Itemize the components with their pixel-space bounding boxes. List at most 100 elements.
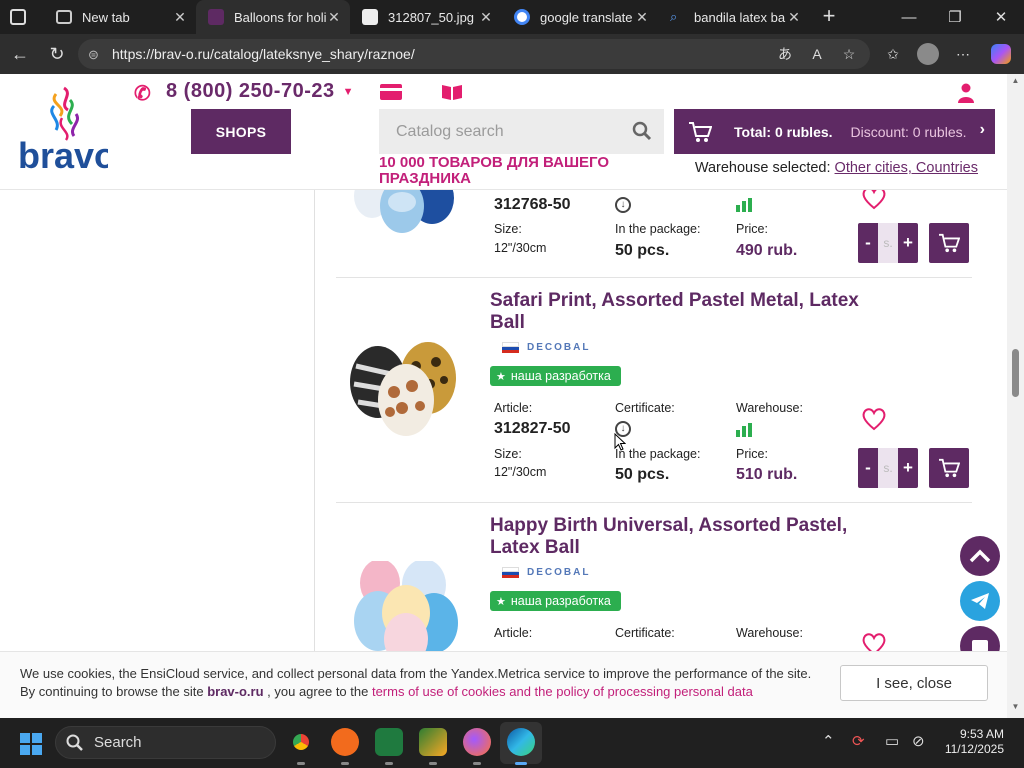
brand-name: DECOBAL: [527, 342, 591, 353]
product-divider: [336, 277, 972, 278]
scroll-down-arrow[interactable]: ▼: [1007, 702, 1024, 716]
card-icon[interactable]: [379, 83, 403, 107]
back-button[interactable]: ←: [3, 37, 37, 71]
quantity-stepper[interactable]: - s. +: [858, 448, 918, 488]
close-tab-icon[interactable]: ✕: [634, 9, 650, 26]
tab-favicon: [56, 10, 72, 24]
favorite-star-icon[interactable]: ☆: [836, 41, 862, 67]
profile-avatar[interactable]: [915, 41, 941, 67]
chevron-down-icon[interactable]: ▼: [343, 86, 354, 98]
tab-new-tab[interactable]: New tab ✕: [44, 0, 196, 34]
favorites-icon[interactable]: ✩: [880, 41, 906, 67]
certificate-download-icon[interactable]: ↓: [615, 197, 631, 213]
bravo-logo[interactable]: bravo: [18, 84, 116, 176]
add-to-cart-button[interactable]: [929, 448, 969, 488]
decrease-button[interactable]: -: [858, 458, 878, 478]
edge-app-icon[interactable]: [507, 728, 535, 756]
tab-balloons[interactable]: Balloons for holic ✕: [196, 0, 350, 34]
search-label: Search: [94, 734, 142, 751]
minimize-button[interactable]: —: [886, 0, 932, 34]
sync-status-icon[interactable]: ⟳: [852, 732, 865, 750]
user-icon[interactable]: [957, 83, 975, 103]
telegram-button[interactable]: [960, 581, 1000, 621]
article-value: 312768-50: [494, 196, 571, 213]
tab-google-translate[interactable]: google translate ✕: [502, 0, 658, 34]
favorite-heart-icon[interactable]: [861, 407, 887, 431]
quantity-stepper[interactable]: - s. +: [858, 223, 918, 263]
product-image[interactable]: [344, 336, 464, 466]
tab-actions-icon[interactable]: [10, 9, 26, 25]
read-aloud-icon[interactable]: A: [804, 41, 830, 67]
scrollbar-thumb[interactable]: [1012, 349, 1019, 397]
phone-number[interactable]: ✆ 8 (800) 250-70-23 ▼: [134, 80, 354, 105]
tab-title: New tab: [82, 9, 130, 25]
scroll-to-top-button[interactable]: [960, 536, 1000, 576]
file-manager-app-icon[interactable]: [419, 728, 447, 756]
decrease-button[interactable]: -: [858, 233, 878, 253]
tab-title: 312807_50.jpg (3: [388, 9, 478, 25]
spreadsheet-app-icon[interactable]: [375, 728, 403, 756]
cookie-text: We use cookies, the EnsiCloud service, a…: [20, 666, 812, 681]
search-icon[interactable]: [632, 121, 652, 141]
system-clock[interactable]: 9:53 AM 11/12/2025: [945, 727, 1004, 757]
close-tab-icon[interactable]: ✕: [172, 9, 188, 26]
article-label: Article:: [494, 626, 533, 640]
product-image[interactable]: [344, 184, 464, 246]
quantity-input[interactable]: s.: [878, 448, 898, 488]
own-development-badge: ★ наша разработка: [490, 591, 621, 611]
shops-button[interactable]: SHOPS: [191, 109, 291, 154]
tagline: 10 000 ТОВАРОВ ДЛЯ ВАШЕГО ПРАЗДНИКА: [379, 154, 610, 187]
start-button[interactable]: [20, 733, 42, 755]
cookie-close-button[interactable]: I see, close: [840, 665, 988, 701]
new-tab-button[interactable]: +: [816, 4, 842, 30]
tab-image[interactable]: 312807_50.jpg (3 ✕: [350, 0, 502, 34]
certificate-label: Certificate:: [615, 626, 675, 640]
url-field[interactable]: ⊜ https://brav-o.ru/catalog/lateksnye_sh…: [78, 39, 870, 69]
product-title[interactable]: Happy Birth Universal, Assorted Pastel, …: [490, 515, 870, 559]
site-info-icon[interactable]: ⊜: [88, 47, 102, 62]
increase-button[interactable]: +: [898, 233, 918, 253]
quantity-input[interactable]: s.: [878, 223, 898, 263]
cart-summary[interactable]: Total: 0 rubles. Discount: 0 rubles. ›: [674, 109, 995, 154]
close-tab-icon[interactable]: ✕: [786, 9, 802, 26]
size-label: Size:: [494, 447, 522, 461]
refresh-button[interactable]: ↻: [40, 37, 74, 71]
cookie-text-part: By continuing to browse the site: [20, 684, 204, 699]
chrome-app-icon[interactable]: [287, 728, 315, 756]
scroll-up-arrow[interactable]: ▲: [1007, 76, 1024, 90]
tray-overflow-icon[interactable]: ⌃: [822, 732, 835, 750]
badge-text: наша разработка: [510, 594, 611, 608]
tab-bandila[interactable]: ⌕ bandila latex ball ✕: [658, 0, 810, 34]
search-placeholder: Catalog search: [396, 122, 504, 140]
translate-icon[interactable]: あ: [772, 41, 798, 67]
more-menu-icon[interactable]: ⋯: [950, 41, 976, 67]
clock-time: 9:53 AM: [959, 727, 1004, 741]
star-icon: ★: [496, 370, 506, 383]
catalog-search-input[interactable]: Catalog search: [379, 109, 664, 154]
network-icon[interactable]: ⊘: [912, 732, 925, 750]
increase-button[interactable]: +: [898, 458, 918, 478]
product-title[interactable]: Safari Print, Assorted Pastel Metal, Lat…: [490, 290, 870, 334]
tab-title: google translate: [540, 9, 633, 25]
tab-title: Balloons for holic: [234, 9, 326, 25]
orange-app-icon[interactable]: [331, 728, 359, 756]
warehouse-link[interactable]: Other cities, Countries: [835, 160, 978, 176]
page-viewport: bravo ✆ 8 (800) 250-70-23 ▼ SHOPS Catalo…: [0, 74, 1024, 718]
price-value: 490 rub.: [736, 242, 798, 259]
russia-flag-icon: [502, 567, 519, 578]
maximize-button[interactable]: ❐: [932, 0, 978, 34]
add-to-cart-button[interactable]: [929, 223, 969, 263]
mouse-cursor-icon: [614, 433, 626, 451]
firefox-app-icon[interactable]: [463, 728, 491, 756]
close-tab-icon[interactable]: ✕: [326, 9, 342, 26]
close-window-button[interactable]: ✕: [978, 0, 1024, 34]
copilot-icon[interactable]: [988, 41, 1014, 67]
page-scrollbar[interactable]: ▲ ▼: [1007, 74, 1024, 718]
close-tab-icon[interactable]: ✕: [478, 9, 494, 26]
search-favicon: ⌕: [670, 9, 678, 24]
taskbar-search[interactable]: Search: [55, 726, 276, 759]
cookie-policy-link[interactable]: terms of use of cookies and the policy o…: [372, 684, 753, 699]
catalog-book-icon[interactable]: [441, 83, 463, 107]
badge-text: наша разработка: [510, 369, 611, 383]
display-icon[interactable]: ▭: [885, 732, 899, 750]
